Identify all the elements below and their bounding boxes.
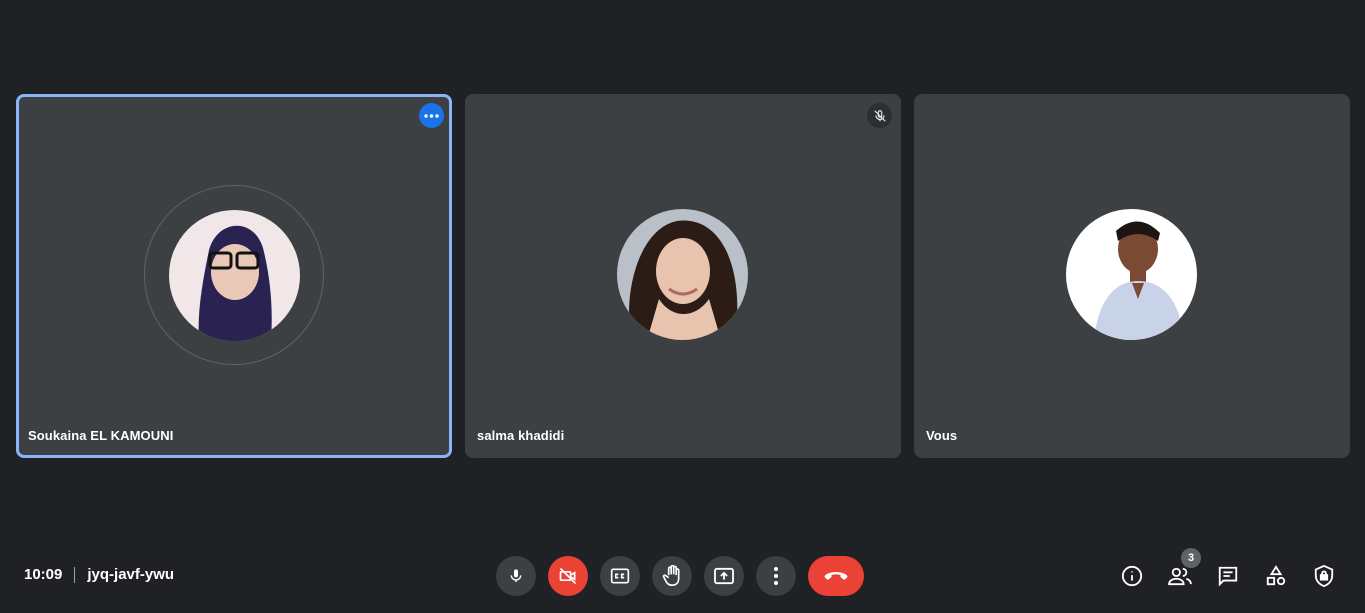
- participant-name: salma khadidi: [477, 428, 565, 443]
- avatar: [617, 209, 748, 340]
- clock-time: 10:09: [24, 566, 63, 583]
- participant-name: Soukaina EL KAMOUNI: [28, 428, 174, 443]
- microphone-icon[interactable]: [496, 556, 536, 596]
- participant-tile[interactable]: salma khadidi: [465, 94, 901, 458]
- chat-icon[interactable]: [1215, 563, 1241, 589]
- more-options-icon[interactable]: [756, 556, 796, 596]
- avatar: [169, 210, 300, 341]
- info-icon[interactable]: [1119, 563, 1145, 589]
- meeting-code: jyq-javf-ywu: [87, 566, 175, 583]
- present-screen-icon[interactable]: [704, 556, 744, 596]
- mic-off-icon: [867, 103, 892, 128]
- participant-tile[interactable]: Vous: [914, 94, 1350, 458]
- participants-count-badge: 3: [1181, 548, 1201, 568]
- divider: [74, 566, 76, 583]
- avatar: [1066, 209, 1197, 340]
- raise-hand-icon[interactable]: [652, 556, 692, 596]
- more-options-icon[interactable]: [419, 103, 444, 128]
- camera-off-icon[interactable]: [548, 556, 588, 596]
- captions-icon[interactable]: [600, 556, 640, 596]
- hang-up-icon[interactable]: [808, 556, 864, 596]
- participant-tile[interactable]: Soukaina EL KAMOUNI: [16, 94, 452, 458]
- activities-icon[interactable]: [1263, 563, 1289, 589]
- participant-name: Vous: [926, 428, 958, 443]
- host-controls-icon[interactable]: [1311, 563, 1337, 589]
- meeting-info: 10:09 jyq-javf-ywu: [24, 566, 174, 583]
